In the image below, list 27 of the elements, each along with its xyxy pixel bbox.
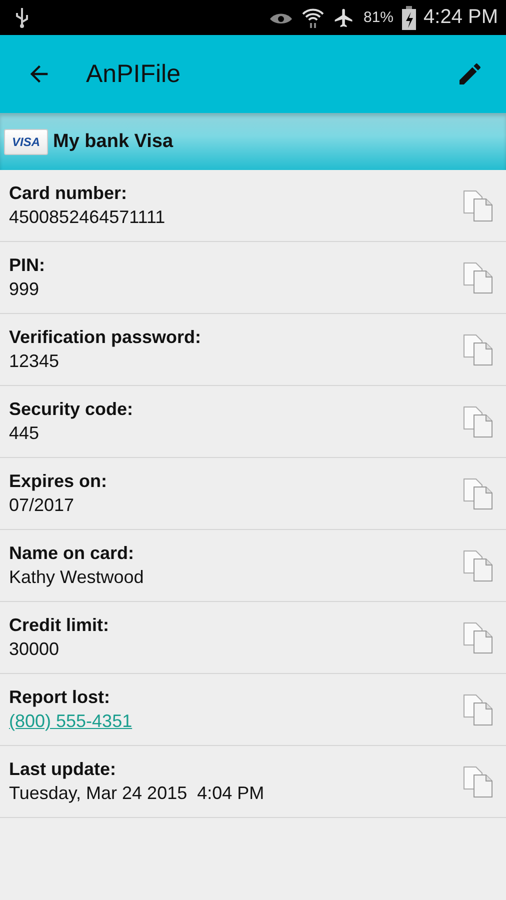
field-label: Last update: bbox=[9, 759, 118, 780]
field-label: Expires on: bbox=[9, 471, 108, 492]
field-label: Credit limit: bbox=[9, 615, 110, 636]
wifi-icon bbox=[301, 6, 326, 28]
field-value: Tuesday, Mar 24 2015 4:04 PM bbox=[9, 783, 266, 804]
usb-icon bbox=[14, 6, 30, 28]
app-title: AnPIFile bbox=[86, 60, 182, 88]
field-value: 12345 bbox=[9, 351, 60, 372]
field-label: Report lost: bbox=[9, 687, 111, 708]
card-title: My bank Visa bbox=[53, 130, 174, 152]
field-value: 999 bbox=[9, 279, 40, 300]
field-label: Card number: bbox=[9, 183, 128, 204]
field-value: 30000 bbox=[9, 639, 60, 660]
field-value: 445 bbox=[9, 423, 40, 444]
field-label: Security code: bbox=[9, 399, 134, 420]
field-value: 07/2017 bbox=[9, 495, 76, 516]
card-logo: VISA bbox=[4, 128, 48, 154]
field-value: 4500852464571111 bbox=[9, 207, 166, 228]
airplane-icon bbox=[333, 6, 356, 28]
field-value: Kathy Westwood bbox=[9, 567, 145, 588]
field-label: Name on card: bbox=[9, 543, 136, 564]
battery-percent: 81% bbox=[363, 9, 394, 26]
field-label: PIN: bbox=[9, 255, 46, 276]
phone-link[interactable]: (800) 555-4351 bbox=[9, 711, 462, 732]
status-time: 4:24 PM bbox=[424, 6, 498, 29]
battery-charging-icon bbox=[402, 6, 416, 30]
field-label: Verification password: bbox=[9, 327, 202, 348]
